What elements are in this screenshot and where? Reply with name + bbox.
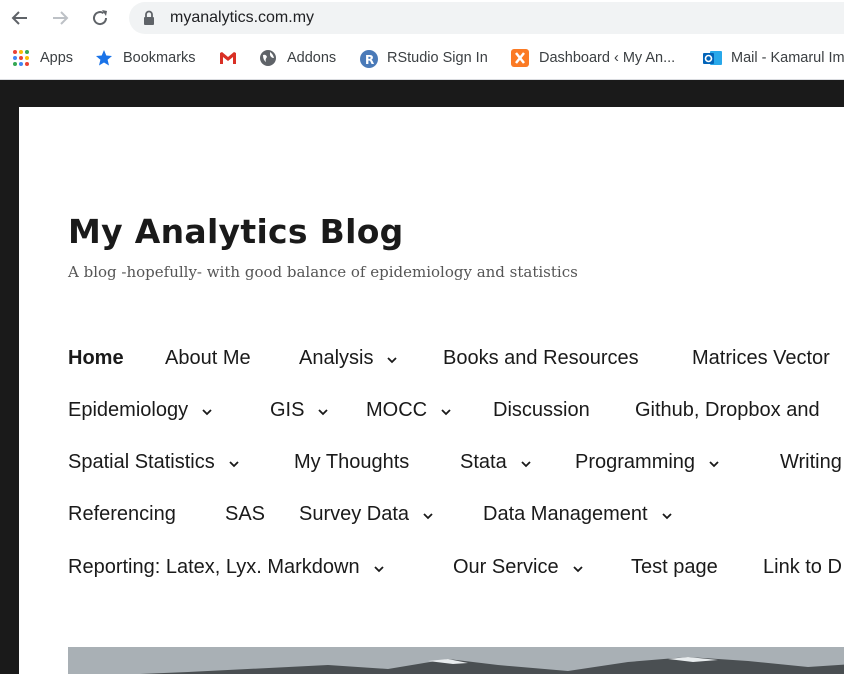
menu-item-discussion[interactable]: Discussion bbox=[493, 399, 590, 422]
menu-item-stata[interactable]: Stata bbox=[460, 451, 531, 474]
chevron-down-icon[interactable] bbox=[318, 407, 329, 417]
chevron-down-icon[interactable] bbox=[229, 459, 239, 469]
url-text: myanalytics.com.my bbox=[170, 9, 315, 26]
menu-item-home[interactable]: Home bbox=[68, 347, 124, 370]
chevron-down-icon[interactable] bbox=[373, 564, 384, 574]
bookmark-label: RStudio Sign In bbox=[387, 50, 488, 66]
chevron-down-icon[interactable] bbox=[661, 511, 672, 521]
chevron-down-icon[interactable] bbox=[202, 407, 212, 417]
bookmark-apps[interactable]: Apps bbox=[12, 48, 73, 68]
star-icon bbox=[95, 49, 113, 67]
site-description: A blog -hopefully- with good balance of … bbox=[68, 263, 578, 281]
bookmark-label: Bookmarks bbox=[123, 50, 196, 66]
menu-label: Survey Data bbox=[299, 503, 410, 525]
bookmark-label: Addons bbox=[287, 50, 337, 66]
globe-icon bbox=[259, 49, 277, 67]
menu-item-about-me[interactable]: About Me bbox=[165, 347, 251, 370]
bookmark-label: Mail - Kamarul Im bbox=[731, 50, 844, 66]
outlook-icon bbox=[703, 49, 722, 67]
menu-label: My Thoughts bbox=[294, 451, 410, 473]
menu-label: Our Service bbox=[453, 556, 559, 578]
bookmark-bookmarks[interactable]: Bookmarks bbox=[95, 48, 196, 68]
menu-item-survey-data[interactable]: Survey Data bbox=[299, 503, 433, 526]
reload-icon bbox=[93, 10, 108, 26]
menu-label: Programming bbox=[575, 451, 696, 473]
rstudio-icon: R bbox=[359, 49, 378, 68]
xampp-icon bbox=[511, 49, 529, 67]
header-image bbox=[68, 647, 844, 674]
menu-item-analysis[interactable]: Analysis bbox=[299, 347, 398, 370]
menu-label: About Me bbox=[165, 347, 251, 369]
menu-label: Analysis bbox=[299, 347, 374, 369]
bookmark-gmail[interactable] bbox=[219, 48, 247, 68]
site-content: My Analytics Blog A blog -hopefully- wit… bbox=[19, 107, 844, 674]
menu-item-mocc[interactable]: MOCC bbox=[366, 399, 451, 422]
chevron-down-icon[interactable] bbox=[709, 459, 719, 469]
svg-text:R: R bbox=[365, 53, 374, 67]
site-title[interactable]: My Analytics Blog bbox=[68, 212, 404, 251]
menu-item-sas[interactable]: SAS bbox=[225, 503, 265, 526]
menu-label: Test page bbox=[631, 556, 718, 578]
menu-item-epidemiology[interactable]: Epidemiology bbox=[68, 399, 212, 422]
menu-item-test-page[interactable]: Test page bbox=[631, 556, 718, 579]
gmail-icon bbox=[219, 49, 237, 67]
bookmark-dashboard[interactable]: Dashboard ‹ My An... bbox=[511, 48, 675, 68]
menu-item-our-service[interactable]: Our Service bbox=[453, 556, 583, 579]
menu-item-data-management[interactable]: Data Management bbox=[483, 503, 672, 526]
menu-item-my-thoughts[interactable]: My Thoughts bbox=[294, 451, 409, 474]
bookmark-addons[interactable]: Addons bbox=[259, 48, 336, 68]
menu-label: SAS bbox=[225, 503, 266, 525]
menu-item-writing[interactable]: Writing bbox=[780, 451, 842, 474]
bookmark-rstudio[interactable]: R RStudio Sign In bbox=[359, 48, 488, 68]
chevron-down-icon[interactable] bbox=[521, 459, 531, 469]
menu-label: Stata bbox=[460, 451, 507, 473]
menu-label: Spatial Statistics bbox=[68, 451, 215, 473]
menu-label: Data Management bbox=[483, 503, 648, 525]
bookmark-label: Dashboard ‹ My An... bbox=[539, 50, 676, 66]
menu-label: Epidemiology bbox=[68, 399, 189, 421]
menu-label: Reporting: Latex, Lyx. Markdown bbox=[68, 556, 360, 578]
forward-button[interactable] bbox=[47, 5, 73, 31]
mountain-image bbox=[68, 647, 844, 674]
menu-label: MOCC bbox=[366, 399, 428, 421]
menu-label: Referencing bbox=[68, 503, 176, 525]
forward-arrow-icon bbox=[53, 11, 69, 25]
reload-button[interactable] bbox=[87, 5, 113, 31]
menu-item-github-dropbox[interactable]: Github, Dropbox and bbox=[635, 399, 820, 422]
menu-item-link-to[interactable]: Link to D bbox=[763, 556, 842, 579]
menu-item-programming[interactable]: Programming bbox=[575, 451, 719, 474]
menu-item-gis[interactable]: GIS bbox=[270, 399, 329, 422]
bookmark-label: Apps bbox=[40, 50, 74, 66]
menu-label: Github, Dropbox and bbox=[635, 399, 820, 421]
menu-label: Books and Resources bbox=[443, 347, 639, 369]
bookmarks-bar: Apps Bookmarks Addons R RStudio Sign In … bbox=[0, 40, 844, 76]
chevron-down-icon[interactable] bbox=[572, 564, 583, 574]
back-arrow-icon bbox=[11, 11, 27, 25]
menu-label: Discussion bbox=[493, 399, 590, 421]
menu-label: Link to D bbox=[763, 556, 842, 578]
menu-label: Matrices Vector bbox=[692, 347, 830, 369]
menu-label: Writing bbox=[780, 451, 842, 473]
chevron-down-icon[interactable] bbox=[441, 407, 451, 417]
lock-icon bbox=[144, 10, 154, 25]
chrome-divider bbox=[0, 79, 844, 80]
bookmark-mail[interactable]: Mail - Kamarul Im bbox=[703, 48, 844, 68]
browser-chrome: myanalytics.com.my Apps Bookmarks Addons… bbox=[0, 0, 844, 80]
apps-grid-icon bbox=[12, 49, 30, 67]
back-button[interactable] bbox=[7, 5, 33, 31]
menu-label: GIS bbox=[270, 399, 305, 421]
menu-item-spatial-statistics[interactable]: Spatial Statistics bbox=[68, 451, 239, 474]
menu-label: Home bbox=[68, 347, 124, 369]
menu-item-referencing[interactable]: Referencing bbox=[68, 503, 176, 526]
address-bar[interactable]: myanalytics.com.my bbox=[129, 2, 844, 34]
chevron-down-icon[interactable] bbox=[387, 355, 398, 365]
menu-item-matrices-vector[interactable]: Matrices Vector bbox=[692, 347, 830, 370]
chevron-down-icon[interactable] bbox=[423, 511, 433, 521]
menu-item-books-and-resources[interactable]: Books and Resources bbox=[443, 347, 639, 370]
menu-item-reporting[interactable]: Reporting: Latex, Lyx. Markdown bbox=[68, 556, 384, 579]
